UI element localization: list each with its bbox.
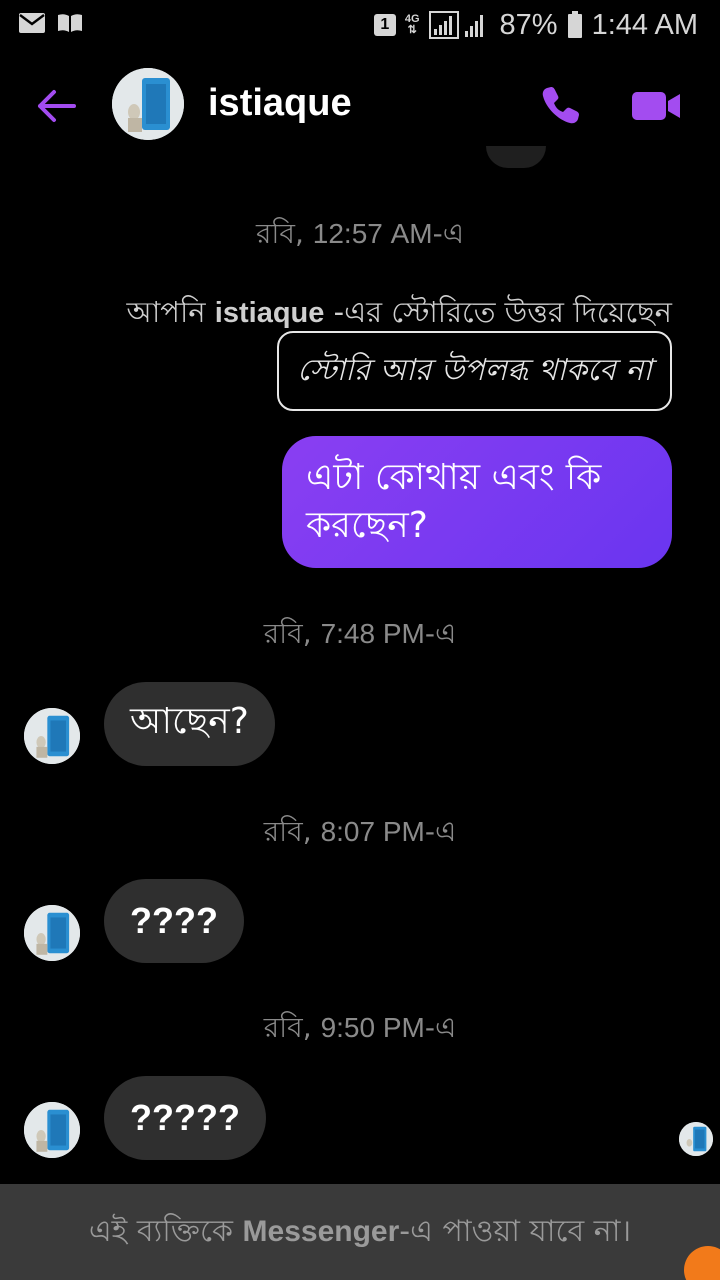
status-bar: 1 4G ⇅ 87% 1:44 AM (0, 0, 720, 50)
timestamp-3: রবি, 8:07 PM-এ (263, 815, 457, 848)
sim-badge: 1 (373, 14, 396, 36)
timestamp-4: রবি, 9:50 PM-এ (263, 1011, 457, 1044)
previous-message-bubble (486, 146, 546, 168)
message-row: ????? (0, 1076, 720, 1166)
incoming-message[interactable]: ????? (104, 1076, 266, 1160)
avatar-photo (24, 708, 80, 764)
avatar-photo (679, 1122, 713, 1156)
sender-avatar[interactable] (24, 708, 80, 764)
battery-percent: 87% (499, 8, 558, 41)
read-receipt-avatar (679, 1122, 713, 1156)
sender-avatar[interactable] (24, 905, 80, 961)
contact-avatar[interactable] (112, 68, 184, 140)
outgoing-message[interactable]: এটা কোথায় এবং কি করছেন? (282, 436, 672, 568)
mail-icon (19, 13, 45, 33)
timestamp-1: রবি, 12:57 AM-এ (255, 217, 465, 250)
story-unavailable-box[interactable]: স্টোরি আর উপলব্ধ থাকবে না (277, 331, 672, 411)
footer-text: এই ব্যক্তিকে Messenger-এ পাওয়া যাবে না। (88, 1213, 632, 1249)
avatar-photo (24, 1102, 80, 1158)
incoming-message[interactable]: ???? (104, 879, 244, 963)
phone-icon[interactable] (538, 84, 582, 128)
avatar-photo (112, 68, 184, 140)
battery-icon (567, 11, 582, 38)
contact-name[interactable]: istiaque (208, 82, 352, 125)
clock: 1:44 AM (591, 8, 698, 41)
video-camera-icon[interactable] (630, 86, 682, 126)
back-arrow-icon[interactable] (34, 84, 78, 128)
message-row: ???? (0, 879, 720, 969)
chat-header: istiaque (0, 50, 720, 160)
network-type: 4G ⇅ (404, 13, 420, 36)
incoming-message[interactable]: আছেন? (104, 682, 275, 766)
avatar-photo (24, 905, 80, 961)
book-icon (58, 14, 82, 32)
signal-icon (428, 11, 483, 39)
unavailable-footer: এই ব্যক্তিকে Messenger-এ পাওয়া যাবে না। (0, 1184, 720, 1280)
message-row: আছেন? (0, 682, 720, 772)
timestamp-2: রবি, 7:48 PM-এ (263, 617, 457, 650)
sender-avatar[interactable] (24, 1102, 80, 1158)
